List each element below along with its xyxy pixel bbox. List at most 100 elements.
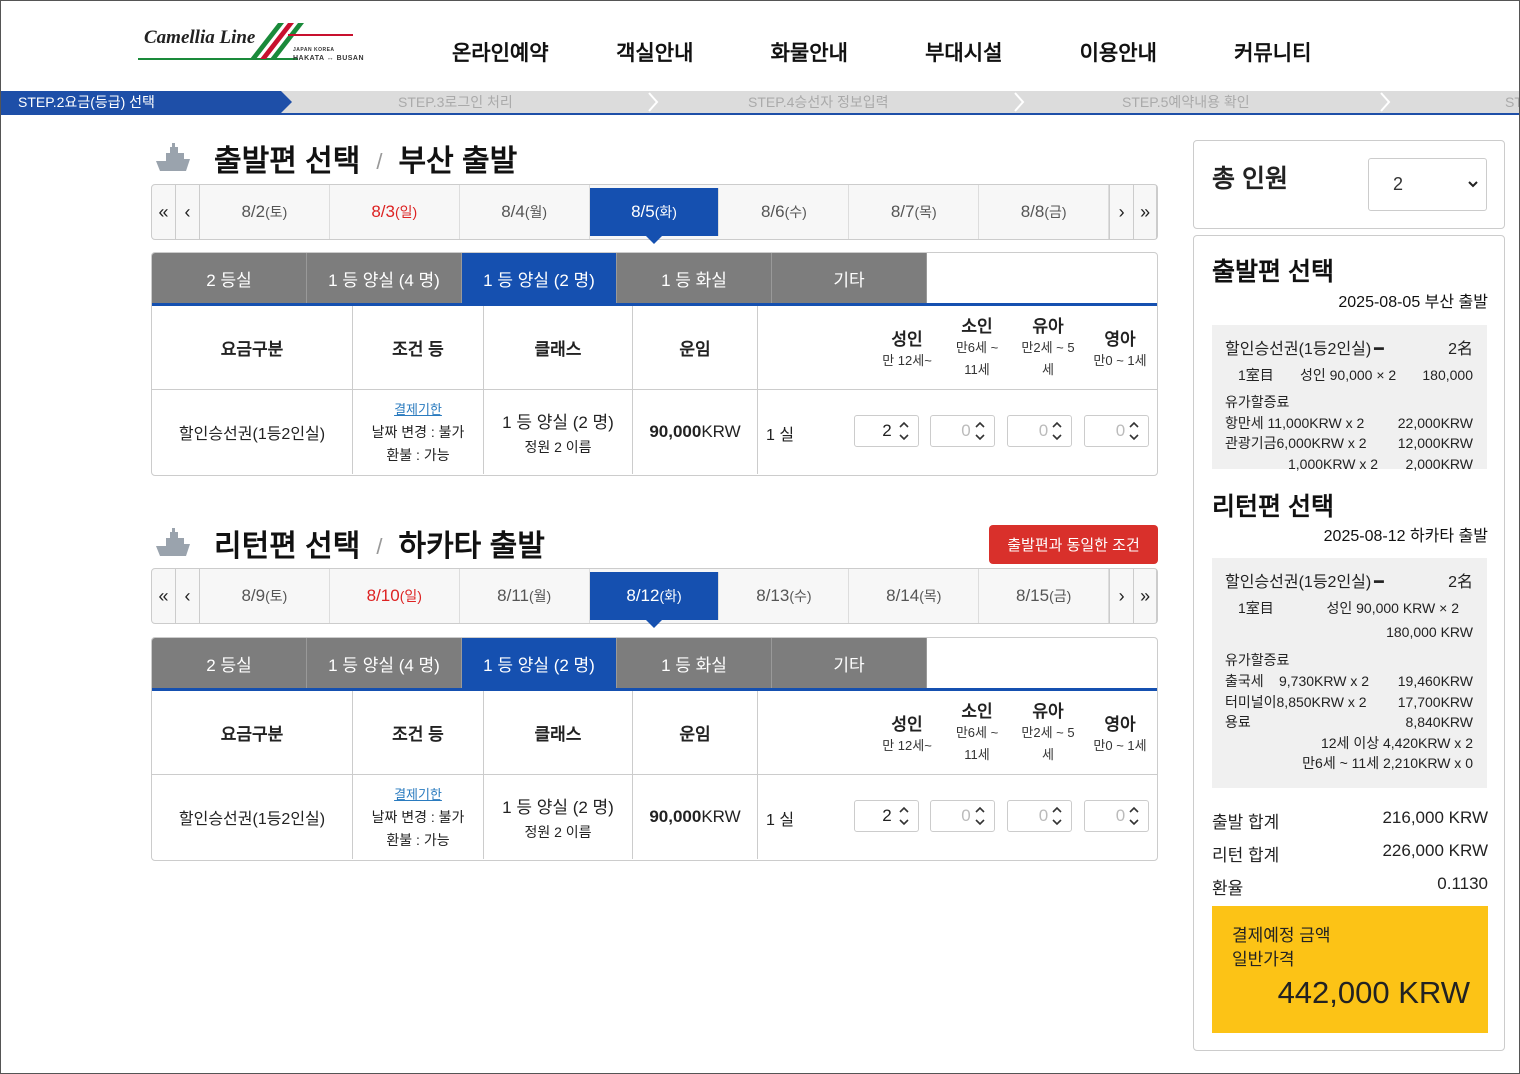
summary-out-heading: 출발편 선택 [1212, 258, 1334, 286]
title-separator: / [376, 534, 383, 559]
infant-header: 유아 만2세 ~ 5세 [1021, 317, 1075, 377]
outbound-total: 출발 합계 216,000 KRW [1212, 808, 1488, 832]
tab-1st-western-4[interactable]: 1 등 양실 (4 명) [307, 638, 462, 688]
table-row: 할인승선권(1등2인실) 결제기한 날짜 변경 : 불가 환불 : 가능 1 등 양… [152, 390, 1157, 474]
tab-1st-japanese[interactable]: 1 등 화실 [617, 253, 772, 303]
tab-2nd-class[interactable]: 2 등실 [152, 638, 307, 688]
summary-ret-detail: 할인승선권(1등2인실) ━ 2名 1室目 성인 90,000 KRW × 2 … [1212, 558, 1487, 788]
last-page-icon[interactable]: » [1133, 185, 1158, 239]
date-cell[interactable]: 8/13 (수) [719, 569, 850, 623]
infant-stepper[interactable]: 0 [1007, 415, 1072, 447]
step-chevron-icon [648, 92, 659, 112]
child-header: 소인 만6세 ~11세 [955, 702, 999, 762]
table-header: 요금구분 조건 등 클래스 운임 성인 만 12세~ 소인 만6세 ~11세 유아 만… [152, 691, 1157, 775]
summary-box: 출발편 선택 2025-08-05 부산 출발 할인승선권(1등2인실) ━ 2… [1193, 235, 1505, 1051]
nav-cargo-guide[interactable]: 화물안내 [732, 37, 887, 67]
main-nav: 온라인예약 객실안내 화물안내 부대시설 이용안내 커뮤니티 [423, 37, 1350, 67]
adult-stepper[interactable]: 2 [854, 800, 919, 832]
next-date-icon[interactable]: › [1109, 185, 1133, 239]
room-count: 1 실 [766, 427, 795, 444]
nav-cabin-guide[interactable]: 객실안내 [578, 37, 733, 67]
summary-out-date: 2025-08-05 부산 출발 [1338, 294, 1488, 311]
total-passengers-label: 총 인원 [1212, 165, 1288, 193]
infant-stepper[interactable]: 0 [1007, 800, 1072, 832]
payment-amount-box: 결제예정 금액 일반가격 442,000 KRW [1212, 906, 1488, 1033]
date-cell[interactable]: 8/6 (수) [719, 185, 850, 239]
same-as-outbound-button[interactable]: 출발편과 동일한 조건 [989, 525, 1158, 564]
logo-tiny: JAPAN KOREA [293, 47, 335, 53]
return-date-bar: « ‹ 8/9 (토) 8/10 (일) 8/11 (월) 8/12 (화) 8/13(… [151, 568, 1158, 628]
logo-text: Camellia Line [144, 27, 256, 48]
fare-type: 할인승선권(1등2인실) [152, 775, 353, 859]
col-fare-type: 요금구분 [152, 691, 353, 774]
tab-2nd-class[interactable]: 2 등실 [152, 253, 307, 303]
class-cell: 1 등 양실 (2 명) 정원 2 이름 [484, 390, 633, 474]
step-chevron-icon [1014, 92, 1025, 112]
col-class: 클래스 [484, 691, 633, 774]
table-header: 요금구분 조건 등 클래스 운임 성인 만 12세~ 소인 만6세 ~11세 유아 만… [152, 306, 1157, 390]
conditions: 결제기한 날짜 변경 : 불가 환불 : 가능 [353, 775, 484, 859]
col-conditions: 조건 등 [353, 306, 484, 389]
date-cell[interactable]: 8/8 (금) [979, 185, 1110, 239]
date-cell[interactable]: 8/9 (토) [200, 569, 330, 623]
first-page-icon[interactable]: « [152, 185, 176, 239]
col-conditions: 조건 등 [353, 691, 484, 774]
nav-online-reservation[interactable]: 온라인예약 [423, 37, 578, 67]
tab-other[interactable]: 기타 [772, 638, 927, 688]
prev-date-icon[interactable]: ‹ [176, 569, 200, 623]
tab-1st-japanese[interactable]: 1 등 화실 [617, 638, 772, 688]
prev-date-icon[interactable]: ‹ [176, 185, 200, 239]
fare-amount: 90,000KRW [633, 390, 758, 474]
baby-stepper[interactable]: 0 [1084, 415, 1149, 447]
date-cell[interactable]: 8/14 (목) [849, 569, 980, 623]
payment-deadline-link[interactable]: 결제기한 [394, 783, 442, 806]
ship-icon [156, 528, 190, 556]
child-stepper[interactable]: 0 [930, 415, 995, 447]
col-fare-type: 요금구분 [152, 306, 353, 389]
date-cell-selected[interactable]: 8/5 (화) [589, 188, 720, 244]
child-header: 소인 만6세 ~11세 [955, 317, 999, 377]
date-cell[interactable]: 8/15 (금) [979, 569, 1110, 623]
step-chevron-icon [1380, 92, 1391, 112]
total-passengers-select[interactable]: 2 [1368, 158, 1487, 211]
logo[interactable]: Camellia Line JAPAN KOREA HAKATA ↔ BUSAN [138, 19, 378, 67]
baby-stepper[interactable]: 0 [1084, 800, 1149, 832]
summary-ret-heading: 리턴편 선택 [1212, 493, 1334, 521]
date-cell[interactable]: 8/7 (목) [849, 185, 980, 239]
tab-1st-western-2[interactable]: 1 등 양실 (2 명) [462, 638, 617, 688]
last-page-icon[interactable]: » [1133, 569, 1158, 623]
date-cell[interactable]: 8/3 (일) [330, 185, 460, 239]
tab-1st-western-2[interactable]: 1 등 양실 (2 명) [462, 253, 617, 303]
step-bar: STEP.2요금(등급) 선택 STEP.3로그인 처리 STEP.4승선자 정… [1, 91, 1519, 115]
title-separator: / [376, 149, 383, 174]
total-passengers-box: 총 인원 2 [1193, 140, 1505, 229]
date-cell[interactable]: 8/11 (월) [460, 569, 590, 623]
nav-facilities[interactable]: 부대시설 [887, 37, 1042, 67]
outbound-heading: 출발편 선택 [214, 145, 361, 178]
tab-1st-western-4[interactable]: 1 등 양실 (4 명) [307, 253, 462, 303]
date-cell[interactable]: 8/10 (일) [330, 569, 460, 623]
class-cell: 1 등 양실 (2 명) 정원 2 이름 [484, 775, 633, 859]
date-cell-selected[interactable]: 8/12 (화) [589, 572, 720, 628]
return-total: 리턴 합계 226,000 KRW [1212, 841, 1488, 865]
room-count: 1 실 [766, 812, 795, 829]
return-subheading: 하카타 출발 [398, 530, 545, 563]
step-5: STEP.5예약내용 확인 [1122, 94, 1250, 110]
nav-community[interactable]: 커뮤니티 [1196, 37, 1351, 67]
fare-type: 할인승선권(1등2인실) [152, 390, 353, 474]
adult-stepper[interactable]: 2 [854, 415, 919, 447]
nav-usage-guide[interactable]: 이용안내 [1041, 37, 1196, 67]
col-fare: 운임 [633, 306, 758, 389]
tab-other[interactable]: 기타 [772, 253, 927, 303]
return-heading: 리턴편 선택 [214, 530, 361, 563]
first-page-icon[interactable]: « [152, 569, 176, 623]
next-date-icon[interactable]: › [1109, 569, 1133, 623]
date-cell[interactable]: 8/4 (월) [460, 185, 590, 239]
step-2-active: STEP.2요금(등급) 선택 [1, 91, 292, 113]
step-6: ST [1505, 94, 1519, 110]
child-stepper[interactable]: 0 [930, 800, 995, 832]
payment-deadline-link[interactable]: 결제기한 [394, 398, 442, 421]
col-passengers: 성인 만 12세~ 소인 만6세 ~11세 유아 만2세 ~ 5세 영아 만0 ~ 1세 [758, 691, 1157, 774]
date-cell[interactable]: 8/2 (토) [200, 185, 330, 239]
header: Camellia Line JAPAN KOREA HAKATA ↔ BUSAN… [1, 1, 1519, 91]
